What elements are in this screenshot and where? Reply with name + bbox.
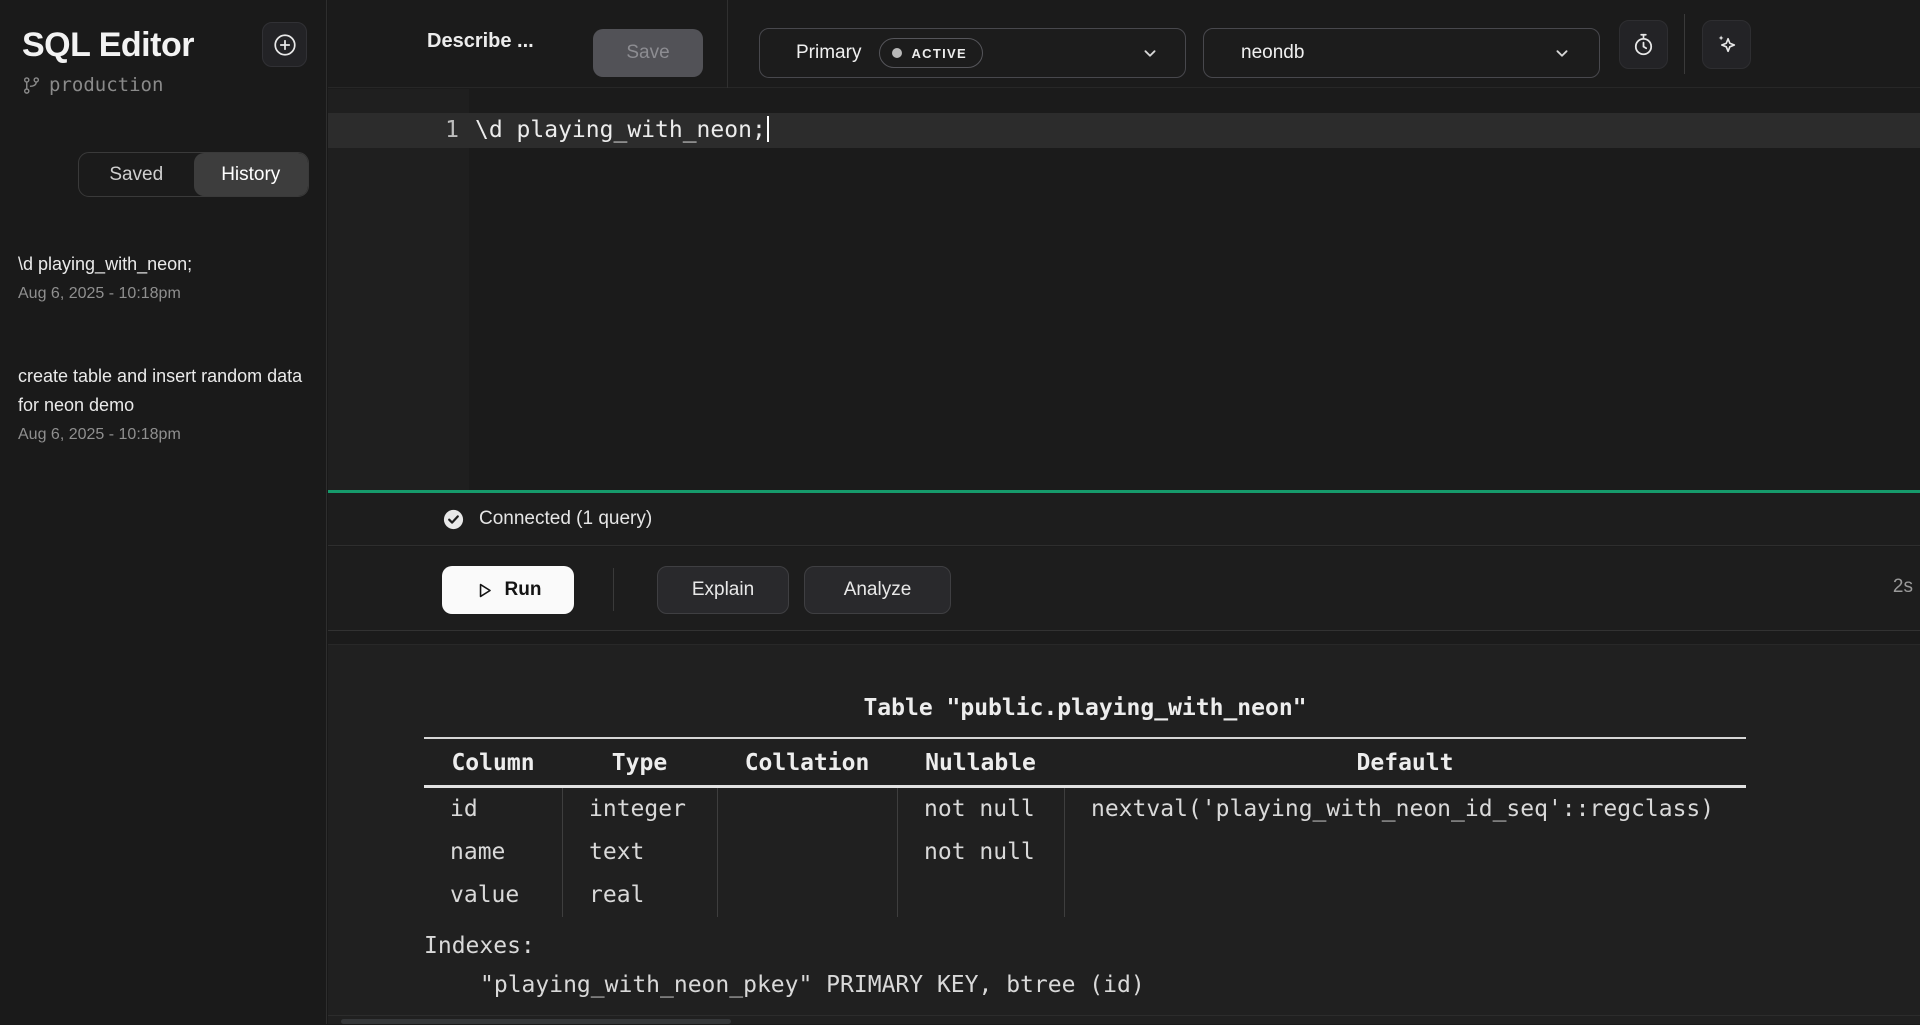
branch-name: production bbox=[49, 74, 163, 96]
column-header: Type bbox=[562, 741, 717, 785]
toolbar-divider bbox=[1684, 14, 1685, 74]
table-cell: real bbox=[562, 874, 717, 917]
query-timing-button[interactable] bbox=[1619, 20, 1668, 69]
ai-assist-button[interactable] bbox=[1702, 20, 1751, 69]
sidebar: SQL Editor production Saved History \d p… bbox=[0, 0, 327, 1024]
table-cell: integer bbox=[562, 788, 717, 831]
table-cell: not null bbox=[897, 831, 1064, 874]
database-selector-dropdown[interactable]: neondb bbox=[1203, 28, 1600, 78]
branch-selector-value: Primary bbox=[796, 42, 861, 64]
git-branch-icon bbox=[22, 76, 41, 95]
editor-toolbar: Describe ... Save Primary ACTIVE neondb bbox=[328, 0, 1920, 88]
history-item-timestamp: Aug 6, 2025 - 10:18pm bbox=[18, 426, 314, 444]
editor-gutter bbox=[328, 89, 469, 490]
column-header: Default bbox=[1064, 741, 1746, 785]
code-line: \d playing_with_neon; bbox=[475, 113, 769, 148]
connection-status-text: Connected (1 query) bbox=[479, 508, 652, 530]
run-button[interactable]: Run bbox=[442, 566, 574, 614]
history-item-title: \d playing_with_neon; bbox=[18, 250, 314, 279]
table-cell bbox=[897, 874, 1064, 917]
text-cursor bbox=[767, 116, 769, 142]
column-header: Nullable bbox=[897, 741, 1064, 785]
history-item[interactable]: create table and insert random data for … bbox=[18, 362, 314, 444]
chevron-down-icon bbox=[1551, 42, 1573, 64]
status-dot-icon bbox=[892, 48, 902, 58]
table-cell: not null bbox=[897, 788, 1064, 831]
play-icon bbox=[475, 581, 494, 600]
table-row: id integer not null nextval('playing_wit… bbox=[424, 788, 1746, 831]
database-selector-value: neondb bbox=[1241, 42, 1304, 64]
tab-saved[interactable]: Saved bbox=[79, 153, 194, 196]
table-cell: name bbox=[424, 831, 562, 874]
connection-status-bar: Connected (1 query) bbox=[328, 493, 1920, 546]
table-row: name text not null bbox=[424, 831, 1746, 874]
table-cell bbox=[1064, 831, 1746, 874]
table-cell: value bbox=[424, 874, 562, 917]
query-duration: 2s bbox=[1893, 576, 1913, 598]
table-cell bbox=[717, 788, 897, 831]
actions-divider bbox=[613, 568, 614, 611]
stopwatch-icon bbox=[1631, 32, 1656, 57]
table-cell bbox=[1064, 874, 1746, 917]
branch-selector-dropdown[interactable]: Primary ACTIVE bbox=[759, 28, 1186, 78]
history-item-title: create table and insert random data for … bbox=[18, 362, 314, 420]
saved-history-tabs: Saved History bbox=[78, 152, 309, 197]
column-header: Collation bbox=[717, 741, 897, 785]
history-item-timestamp: Aug 6, 2025 - 10:18pm bbox=[18, 285, 314, 303]
plus-circle-icon bbox=[272, 32, 298, 58]
result-table-header: Column Type Collation Nullable Default bbox=[424, 741, 1746, 785]
query-results-panel: Table "public.playing_with_neon" Column … bbox=[328, 644, 1920, 1024]
branch-indicator: production bbox=[22, 74, 163, 96]
tab-history[interactable]: History bbox=[194, 153, 309, 196]
result-table-title: Table "public.playing_with_neon" bbox=[424, 695, 1746, 721]
analyze-button[interactable]: Analyze bbox=[804, 566, 951, 614]
column-header: Column bbox=[424, 741, 562, 785]
query-title: Describe ... bbox=[427, 30, 534, 53]
chevron-down-icon bbox=[1139, 42, 1161, 64]
table-row: value real bbox=[424, 874, 1746, 917]
main-panel: Describe ... Save Primary ACTIVE neondb bbox=[328, 0, 1920, 1024]
check-circle-icon bbox=[442, 508, 465, 531]
table-cell bbox=[717, 831, 897, 874]
table-cell: nextval('playing_with_neon_id_seq'::regc… bbox=[1064, 788, 1746, 831]
query-actions-bar: Run Explain Analyze 2s bbox=[328, 547, 1920, 631]
result-table-body: id integer not null nextval('playing_wit… bbox=[424, 788, 1746, 917]
active-status-badge: ACTIVE bbox=[879, 38, 982, 68]
save-button[interactable]: Save bbox=[593, 29, 703, 77]
table-cell: text bbox=[562, 831, 717, 874]
indexes-label: Indexes: bbox=[424, 933, 535, 959]
history-item[interactable]: \d playing_with_neon; Aug 6, 2025 - 10:1… bbox=[18, 250, 314, 303]
explain-button[interactable]: Explain bbox=[657, 566, 789, 614]
new-query-button[interactable] bbox=[262, 22, 307, 67]
table-cell bbox=[717, 874, 897, 917]
page-title: SQL Editor bbox=[22, 26, 194, 65]
table-cell: id bbox=[424, 788, 562, 831]
table-rule bbox=[424, 737, 1746, 739]
line-number: 1 bbox=[328, 113, 459, 148]
scrollbar-thumb[interactable] bbox=[341, 1019, 731, 1024]
sql-code-editor[interactable]: 1 \d playing_with_neon; bbox=[328, 89, 1920, 490]
toolbar-divider bbox=[727, 0, 728, 88]
sparkle-icon bbox=[1714, 32, 1739, 57]
index-definition: "playing_with_neon_pkey" PRIMARY KEY, bt… bbox=[480, 972, 1145, 998]
